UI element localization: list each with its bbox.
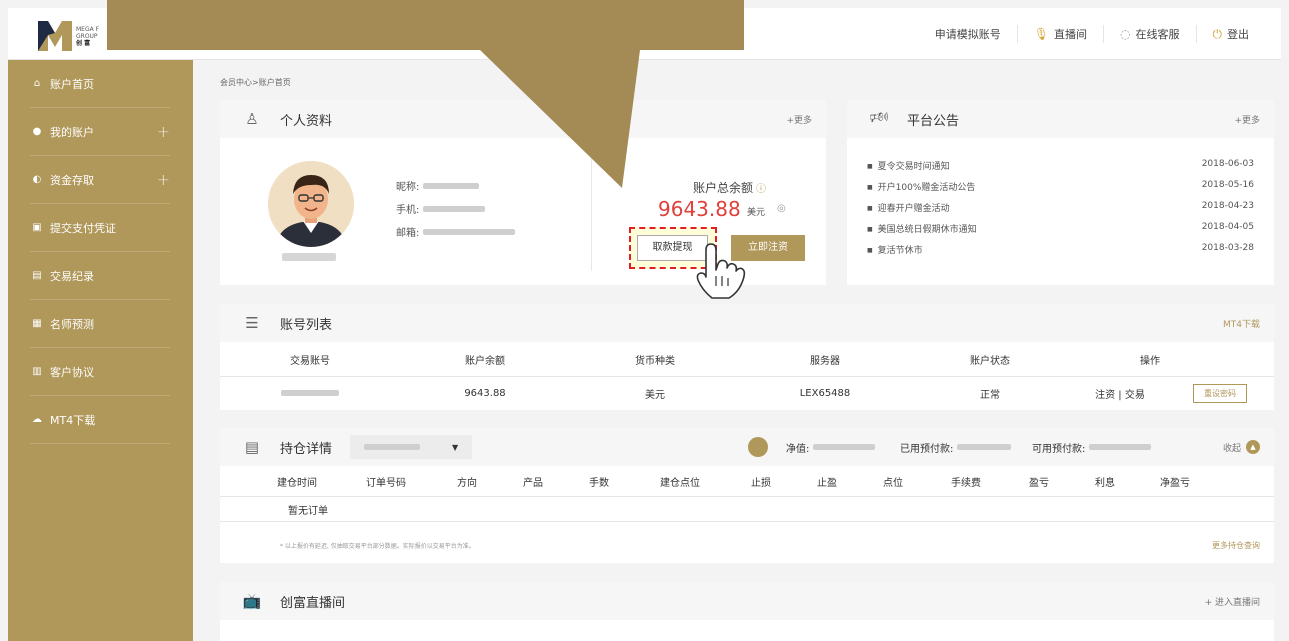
enter-live-room-link[interactable]: + 进入直播间: [1205, 595, 1260, 608]
power-icon: ⏻: [1212, 26, 1223, 41]
cloud-download-icon: ☁: [32, 414, 42, 425]
main-content: 会员中心>账户首页 ♙ 个人资料 +更多 昵称: 手机: 邮箱: 账户总余额 ⓘ…: [193, 60, 1281, 641]
sidebar-item-agreement[interactable]: ▥ 客户协议: [30, 348, 170, 396]
avatar-name-masked: [282, 253, 336, 261]
notice-title: 平台公告: [907, 113, 960, 129]
logo[interactable]: MEGA F GROUP 创 富: [38, 20, 128, 52]
collapse-toggle[interactable]: 收起 ▲: [1223, 440, 1260, 454]
balance-unit: 美元: [747, 208, 766, 218]
sidebar-item-my-account[interactable]: ● 我的账户 +: [30, 108, 170, 156]
profile-title: 个人资料: [280, 113, 333, 129]
notice-item[interactable]: 开户100%赠金活动公告2018-05-16: [867, 180, 1254, 193]
expand-icon[interactable]: +: [157, 122, 170, 141]
mt4-download-link[interactable]: MT4下载: [1223, 317, 1260, 330]
notice-item[interactable]: 迎春开户赠金活动2018-04-23: [867, 201, 1254, 214]
profile-icon: ♙: [245, 110, 259, 128]
top-header: MEGA F GROUP 创 富 申请模拟账号 🎙 直播间 ◌ 在线客服 ⏻ 登出: [8, 8, 1281, 60]
tv-icon: 📺: [242, 592, 262, 610]
user-icon: ●: [32, 126, 42, 137]
live-room-link[interactable]: 🎙 直播间: [1016, 25, 1103, 43]
sidebar: ⌂ 账户首页 ● 我的账户 + ◐ 资金存取 + ▣ 提交支付凭证 ▤ 交易纪录 ▦ 名师预测 …: [8, 60, 193, 641]
headset-icon: ◌: [1120, 27, 1131, 41]
live-room-title: 创富直播间: [280, 595, 346, 611]
card-icon: ▣: [32, 222, 42, 233]
nickname-field: 昵称:: [396, 178, 480, 193]
positions-title: 持仓详情: [280, 441, 333, 457]
positions-table-header: 建仓时间 订单号码 方向 产品 手数 建仓点位 止损 止盈 点位 手续费 盈亏 …: [277, 477, 1190, 489]
online-service-link[interactable]: ◌ 在线客服: [1103, 25, 1195, 43]
sidebar-item-payment-proof[interactable]: ▣ 提交支付凭证: [30, 204, 170, 252]
sidebar-item-trade-records[interactable]: ▤ 交易纪录: [30, 252, 170, 300]
logout-link[interactable]: ⏻ 登出: [1195, 25, 1266, 43]
breadcrumb: 会员中心>账户首页: [220, 78, 291, 87]
document-icon: ▥: [32, 366, 42, 377]
notice-item[interactable]: 复活节休市2018-03-28: [867, 243, 1254, 256]
positions-footnote: * 以上报价有延迟, 仅抽取交易平台部分数据。实际报价以交易平台为准。: [280, 543, 475, 550]
notice-more-link[interactable]: +更多: [1234, 113, 1260, 126]
account-select[interactable]: ▼: [350, 435, 473, 459]
balance-value: 9643.88: [658, 197, 741, 221]
clipboard-icon: ▤: [244, 438, 260, 456]
chevron-down-icon: ▼: [452, 442, 459, 452]
eye-icon[interactable]: ◎: [777, 203, 786, 214]
live-room-card: 📺 创富直播间 + 进入直播间: [220, 582, 1274, 641]
accounts-table-header: 交易账号 账户余额 货币种类 服务器 账户状态 操作: [290, 355, 1160, 367]
email-field: 邮箱:: [396, 224, 516, 239]
info-icon[interactable]: ⓘ: [756, 184, 766, 195]
sidebar-item-forecasts[interactable]: ▦ 名师预测: [30, 300, 170, 348]
expand-icon[interactable]: +: [157, 170, 170, 189]
balance-label: 账户总余额 ⓘ: [693, 181, 767, 195]
positions-card: ▤ 持仓详情 ▼ 净值: 已用预付款: 可用预付款: 收起 ▲ 建仓时间 订单号码…: [220, 428, 1274, 563]
pointer-hand-icon: [696, 243, 746, 299]
empty-orders-row: 暂无订单: [220, 496, 1274, 522]
sidebar-item-funds[interactable]: ◐ 资金存取 +: [30, 156, 170, 204]
phone-field: 手机:: [396, 201, 486, 216]
pie-chart-icon: [748, 437, 768, 457]
account-number-masked: [281, 390, 339, 396]
list-icon: ☰: [245, 314, 259, 332]
chart-icon: ▦: [32, 318, 42, 329]
table-row: 9643.88 美元 LEX65488 正常 注资 | 交易 重设密码: [220, 376, 1274, 410]
more-positions-link[interactable]: 更多持仓查询: [1212, 540, 1260, 551]
chevron-up-icon: ▲: [1246, 440, 1260, 454]
megaphone-icon: 🕬: [869, 107, 889, 126]
logo-text: MEGA F GROUP 创 富: [76, 25, 100, 47]
briefcase-icon: ▤: [32, 270, 42, 281]
profile-card: ♙ 个人资料 +更多 昵称: 手机: 邮箱: 账户总余额 ⓘ 9643.88 美…: [220, 100, 826, 299]
microphone-icon: 🎙: [1033, 27, 1050, 41]
logo-mark-icon: [38, 21, 72, 51]
home-icon: ⌂: [33, 78, 41, 89]
accounts-title: 账号列表: [280, 317, 333, 333]
avatar: [268, 161, 354, 247]
money-icon: ◐: [32, 174, 42, 185]
reset-password-button[interactable]: 重设密码: [1193, 384, 1247, 403]
sidebar-item-mt4-download[interactable]: ☁ MT4下载: [30, 396, 170, 444]
profile-more-link[interactable]: +更多: [786, 113, 812, 126]
accounts-card: ☰ 账号列表 MT4下载 交易账号 账户余额 货币种类 服务器 账户状态 操作 …: [220, 304, 1274, 410]
notice-item[interactable]: 美国总统日假期休市通知2018-04-05: [867, 222, 1254, 235]
notice-item[interactable]: 夏令交易时间通知2018-06-03: [867, 159, 1254, 172]
header-nav: 申请模拟账号 🎙 直播间 ◌ 在线客服 ⏻ 登出: [919, 8, 1265, 60]
account-ops-links[interactable]: 注资 | 交易: [1070, 386, 1170, 401]
apply-demo-account-link[interactable]: 申请模拟账号: [919, 25, 1017, 43]
notice-card: 🕬 平台公告 +更多 夏令交易时间通知2018-06-03 开户100%赠金活动…: [847, 100, 1274, 285]
sidebar-item-account-home[interactable]: ⌂ 账户首页: [30, 60, 170, 108]
